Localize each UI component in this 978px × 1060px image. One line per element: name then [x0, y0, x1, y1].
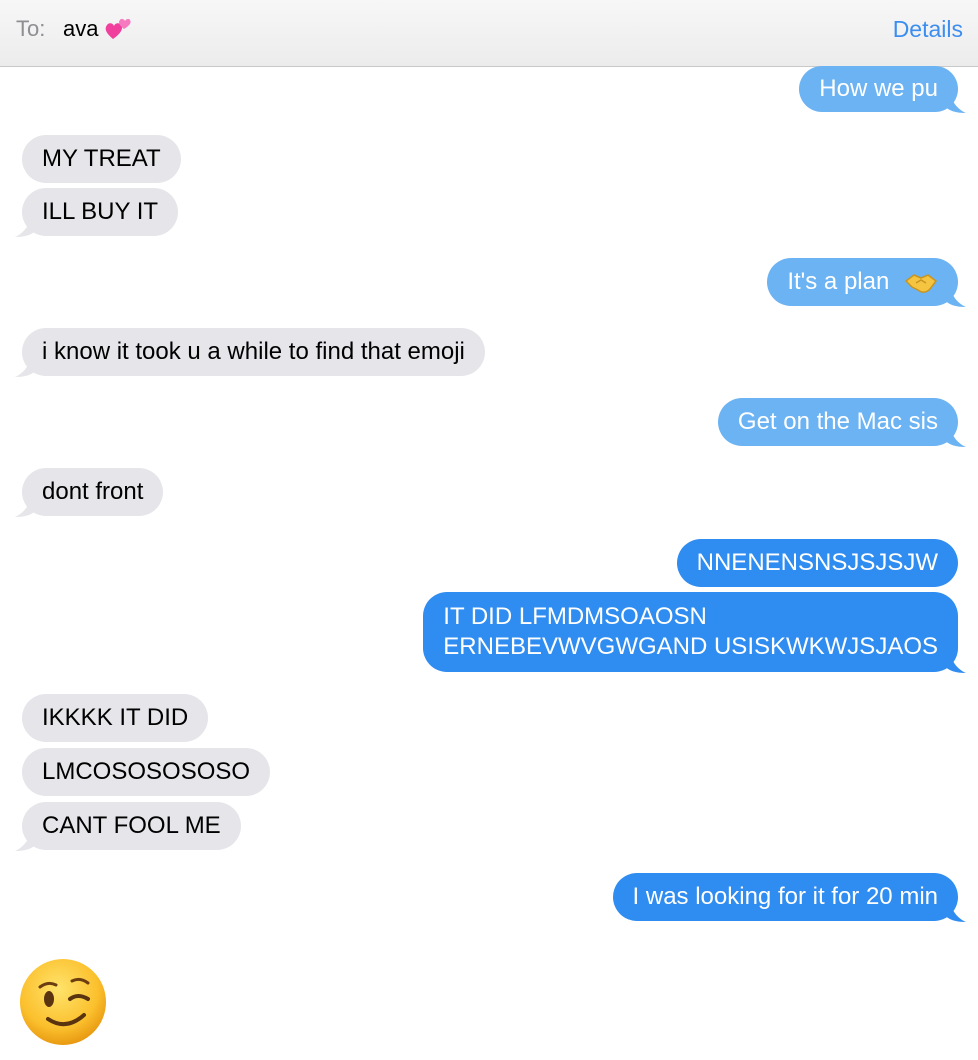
bubble-tail	[944, 91, 966, 113]
message-bubble-outgoing[interactable]: I was looking for it for 20 min	[612, 873, 966, 922]
bubble-tail	[15, 215, 37, 237]
message-bubble-incoming[interactable]: ILL BUY IT	[15, 188, 179, 237]
message-text: MY TREAT	[42, 145, 161, 172]
bubble-tail	[944, 651, 966, 673]
message-text: dont front	[42, 478, 144, 505]
message-bubble-incoming[interactable]: MY TREAT	[22, 135, 181, 183]
message-text: ILL BUY IT	[42, 198, 159, 225]
message-text: How we pu	[819, 75, 938, 102]
message-bubble-outgoing[interactable]: NNENENSNSJSJSJW	[676, 539, 958, 587]
message-bubble-outgoing[interactable]: How we pu	[799, 66, 966, 113]
message-bubble-incoming[interactable]: IKKKK IT DID	[22, 694, 209, 742]
message-bubble-incoming[interactable]: i know it took u a while to find that em…	[15, 328, 485, 377]
bubble-tail	[944, 900, 966, 922]
bubble-tail	[15, 495, 37, 517]
message-bubble-outgoing[interactable]: It's a plan	[767, 258, 966, 307]
handshake-icon	[904, 273, 938, 293]
two-hearts-icon	[105, 18, 131, 39]
message-text: CANT FOOL ME	[42, 812, 221, 839]
message-text: IKKKK IT DID	[42, 704, 189, 731]
to-label: To:	[16, 16, 46, 41]
message-bubble-outgoing[interactable]: Get on the Mac sis	[717, 398, 966, 447]
message-text-line: IT DID LFMDMSOAOSN	[443, 603, 707, 630]
bubble-tail	[944, 285, 966, 307]
recipient-name[interactable]: ava	[63, 16, 98, 42]
message-bubble-incoming[interactable]: dont front	[15, 468, 164, 517]
conversation-header: To: ava Details	[0, 0, 978, 67]
message-bubble-outgoing[interactable]: IT DID LFMDMSOAOSN ERNEBEVWVGWGAND USISK…	[423, 592, 966, 673]
bubble-tail	[944, 425, 966, 447]
message-bubble-incoming[interactable]: LMCOSOSOSOSO	[22, 748, 271, 796]
message-text: NNENENSNSJSJSJW	[696, 549, 938, 576]
message-bubble-incoming[interactable]: CANT FOOL ME	[15, 802, 241, 851]
message-text: It's a plan	[787, 268, 890, 295]
message-text: Get on the Mac sis	[737, 408, 938, 435]
message-text-line: ERNEBEVWVGWGAND USISKWKWJSJAOS	[443, 633, 938, 660]
winking-face-icon[interactable]	[18, 957, 108, 1047]
message-text: i know it took u a while to find that em…	[42, 338, 465, 365]
details-button[interactable]: Details	[893, 16, 963, 43]
message-text: LMCOSOSOSOSO	[42, 758, 251, 785]
bubble-tail	[15, 829, 37, 851]
bubble-tail	[15, 355, 37, 377]
message-text: I was looking for it for 20 min	[632, 883, 938, 910]
